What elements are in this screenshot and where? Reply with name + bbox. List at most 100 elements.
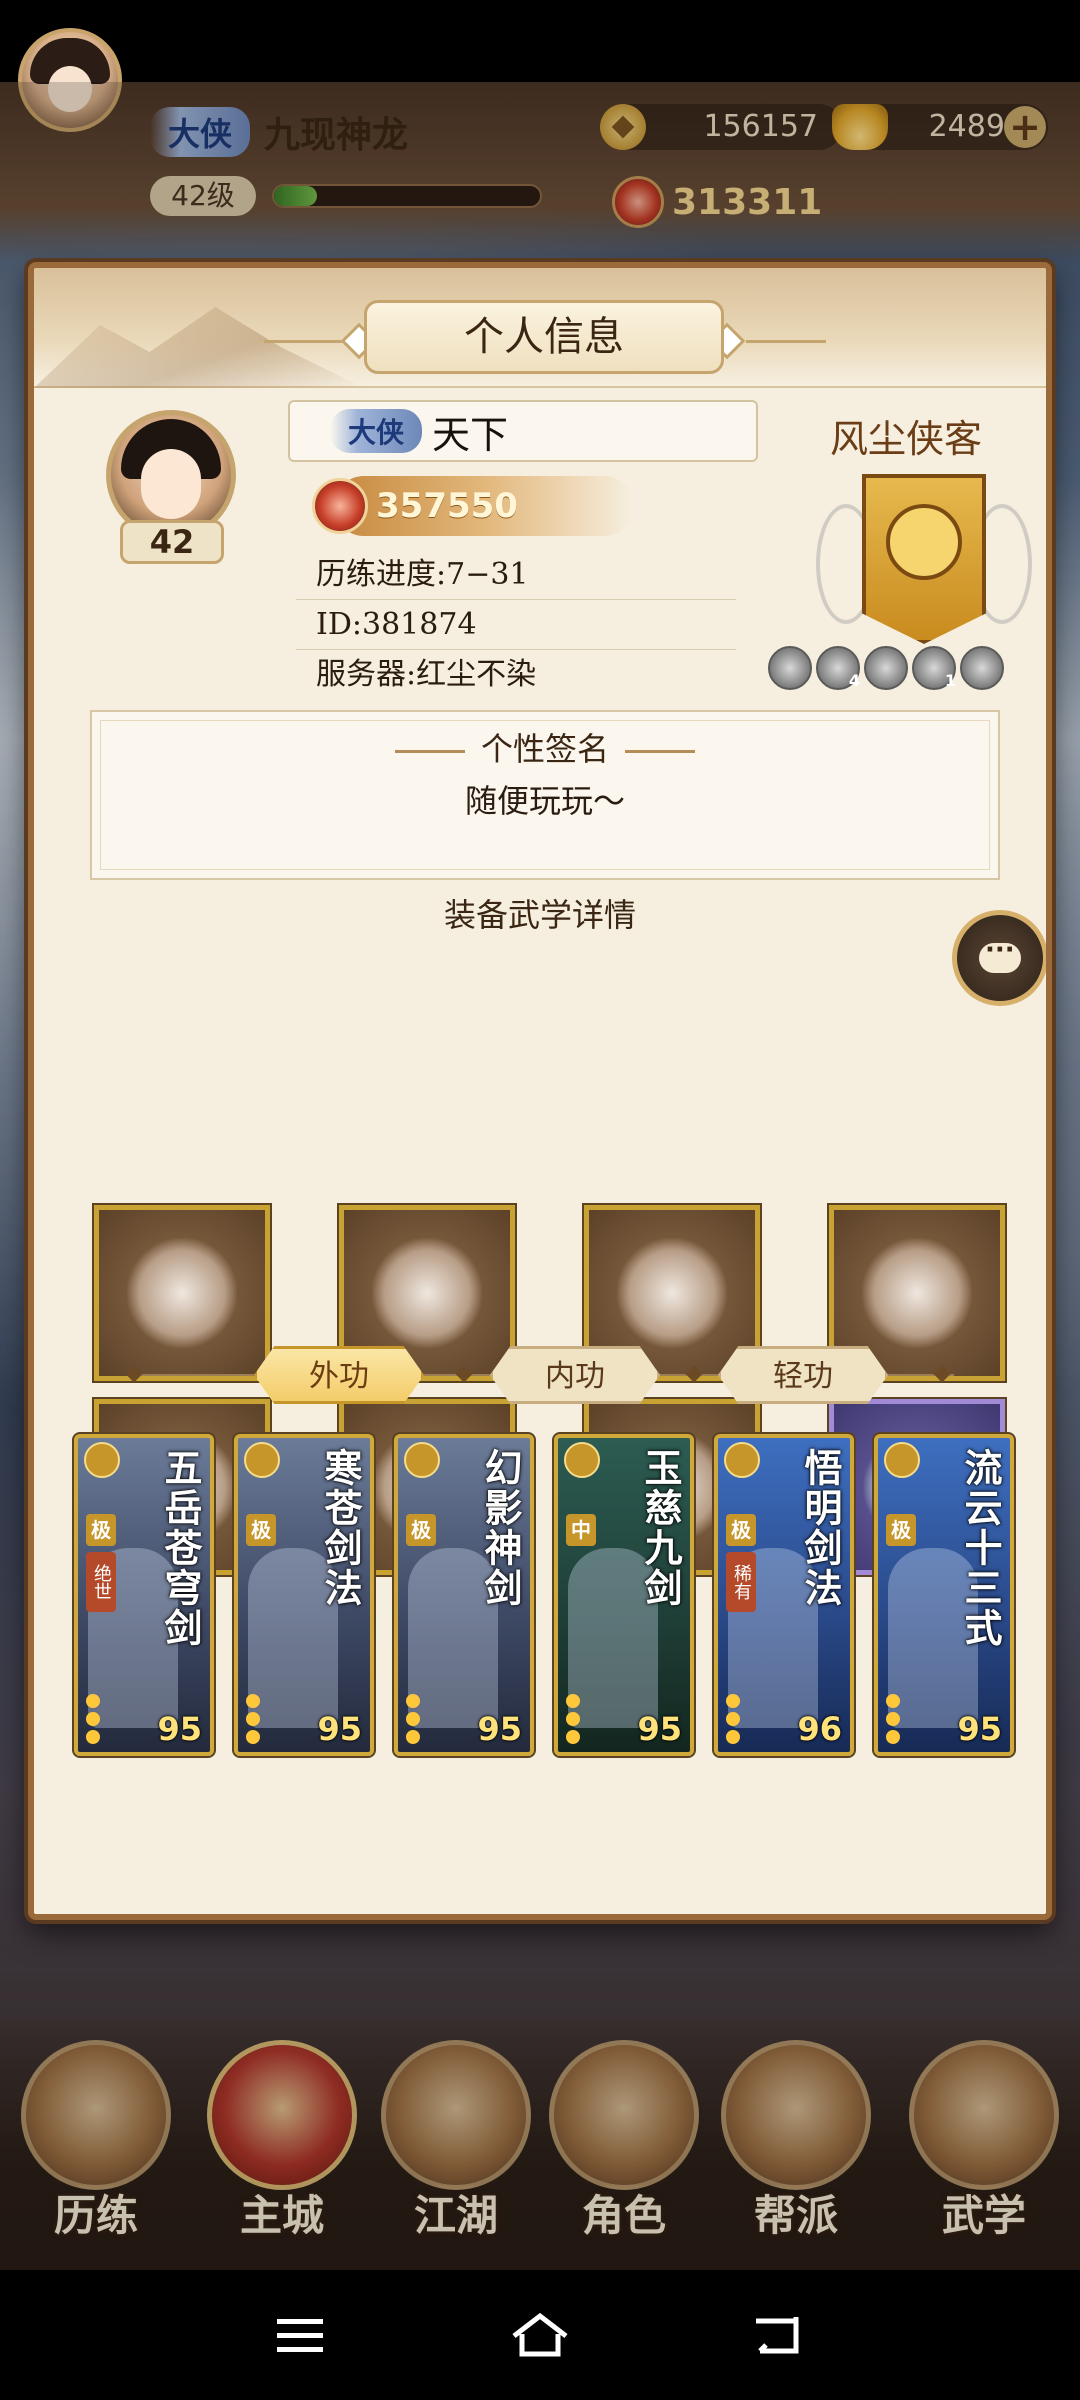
star-dot — [726, 1730, 740, 1744]
star-dot — [246, 1730, 260, 1744]
tab-dot — [933, 1365, 951, 1383]
app-root: 大侠 九现神龙 42级 156157 24890 + 313311 历练 主城 … — [0, 0, 1080, 2400]
skill-tier-icon — [724, 1442, 760, 1478]
star-dot — [406, 1694, 420, 1708]
server-line: 服务器:红尘不染 — [316, 657, 537, 692]
profile-modal: 个人信息 42 大侠 天下 357550 历练进度:7−31 ID:381874… — [28, 262, 1052, 1920]
skill-name: 流云十三式 — [958, 1448, 1003, 1648]
home-button[interactable] — [500, 2300, 580, 2370]
back-icon — [756, 2317, 799, 2354]
star-dot — [726, 1712, 740, 1726]
progress-line: 历练进度:7−31 — [296, 550, 736, 600]
player-rank-badge: 大侠 — [330, 409, 423, 453]
skill-level: 95 — [637, 1710, 682, 1748]
star-dot — [886, 1730, 900, 1744]
skill-rarity-tag: 稀有 — [726, 1552, 756, 1612]
chat-icon — [979, 935, 1021, 973]
achievement-badge-icon[interactable]: 4 — [816, 646, 860, 690]
player-name-plate: 大侠 天下 — [288, 400, 758, 462]
avatar-face — [141, 449, 201, 519]
star-dot — [86, 1694, 100, 1708]
boots-icon — [861, 1237, 972, 1348]
skill-level: 95 — [477, 1710, 522, 1748]
divider — [625, 750, 695, 753]
achievement-badge-icon[interactable] — [960, 646, 1004, 690]
skill-card[interactable]: 幻影神剑 极 95 — [392, 1432, 536, 1758]
back-button[interactable] — [740, 2300, 820, 2370]
star-dot — [566, 1730, 580, 1744]
skill-grade: 极 — [886, 1514, 916, 1546]
skill-name: 寒苍剑法 — [318, 1448, 363, 1608]
achievement-badge-icon[interactable] — [768, 646, 812, 690]
modal-title: 个人信息 — [364, 300, 724, 374]
skill-card[interactable]: 悟明剑法 极稀有 96 — [712, 1432, 856, 1758]
belt-icon — [617, 1237, 728, 1348]
skill-star-dots — [86, 1690, 126, 1744]
player-name: 天下 — [432, 412, 509, 457]
skill-star-dots — [726, 1690, 766, 1744]
power-icon — [312, 478, 368, 534]
badge-count: 1 — [944, 671, 956, 690]
skill-grade: 极 — [246, 1514, 276, 1546]
skill-grade: 极 — [406, 1514, 436, 1546]
skill-name: 五岳苍穹剑 — [158, 1448, 203, 1648]
skill-card[interactable]: 玉慈九剑 中 95 — [552, 1432, 696, 1758]
skill-tier-icon — [244, 1442, 280, 1478]
player-power: 357550 — [312, 476, 634, 536]
skill-card[interactable]: 流云十三式 极 95 — [872, 1432, 1016, 1758]
menu-button[interactable] — [260, 2300, 340, 2370]
skill-card[interactable]: 寒苍剑法 极 95 — [232, 1432, 376, 1758]
modal-header: 个人信息 — [34, 268, 1046, 388]
star-dot — [86, 1712, 100, 1726]
star-dot — [246, 1712, 260, 1726]
tab-waigong[interactable]: 外功 — [254, 1346, 424, 1404]
mountain-decoration — [34, 307, 364, 388]
achievement-badge-icon[interactable]: 1 — [912, 646, 956, 690]
player-power-value: 357550 — [376, 486, 518, 526]
skill-star-dots — [886, 1690, 926, 1744]
sword-icon — [127, 1237, 238, 1348]
title-line-left — [264, 340, 344, 343]
divider — [394, 750, 465, 753]
player-level: 42 — [120, 520, 224, 564]
skill-card[interactable]: 五岳苍穹剑 极绝世 95 — [72, 1432, 216, 1758]
skill-tier-icon — [564, 1442, 600, 1478]
honor-title: 风尘侠客 — [829, 417, 982, 461]
skill-tier-icon — [84, 1442, 120, 1478]
achievement-badges: 41 — [768, 646, 1004, 690]
star-dot — [566, 1694, 580, 1708]
skill-tabs: 外功 内功 轻功 — [114, 1340, 974, 1410]
chat-bubble-button[interactable] — [952, 910, 1046, 1006]
signature-text: 随便玩玩～ — [464, 782, 625, 820]
tab-dot — [685, 1365, 703, 1383]
skill-level: 95 — [157, 1710, 202, 1748]
badge-count: 4 — [848, 671, 860, 690]
skill-grade: 极 — [726, 1514, 756, 1546]
skill-tier-icon — [884, 1442, 920, 1478]
star-dot — [886, 1694, 900, 1708]
menu-icon — [277, 2319, 323, 2352]
skill-level: 95 — [317, 1710, 362, 1748]
signature-box: 个性签名 随便玩玩～ — [90, 710, 1000, 880]
tab-neigong[interactable]: 内功 — [490, 1346, 660, 1404]
tab-qinggong[interactable]: 轻功 — [718, 1346, 888, 1404]
star-dot — [246, 1694, 260, 1708]
tab-dot — [455, 1365, 473, 1383]
skill-rarity-tag: 绝世 — [86, 1552, 116, 1612]
achievement-badge-icon[interactable] — [864, 646, 908, 690]
home-icon — [512, 2312, 568, 2357]
skill-name: 悟明剑法 — [798, 1448, 843, 1608]
skill-level: 95 — [957, 1710, 1002, 1748]
skill-grade: 中 — [566, 1514, 596, 1546]
star-dot — [406, 1712, 420, 1726]
star-dot — [86, 1730, 100, 1744]
skill-level: 96 — [797, 1710, 842, 1748]
skill-name: 玉慈九剑 — [638, 1448, 683, 1608]
skill-tier-icon — [404, 1442, 440, 1478]
status-bar — [0, 0, 1080, 82]
star-dot — [566, 1712, 580, 1726]
skill-star-dots — [246, 1690, 286, 1744]
skill-name: 幻影神剑 — [478, 1448, 523, 1608]
skill-star-dots — [566, 1690, 606, 1744]
star-dot — [886, 1712, 900, 1726]
